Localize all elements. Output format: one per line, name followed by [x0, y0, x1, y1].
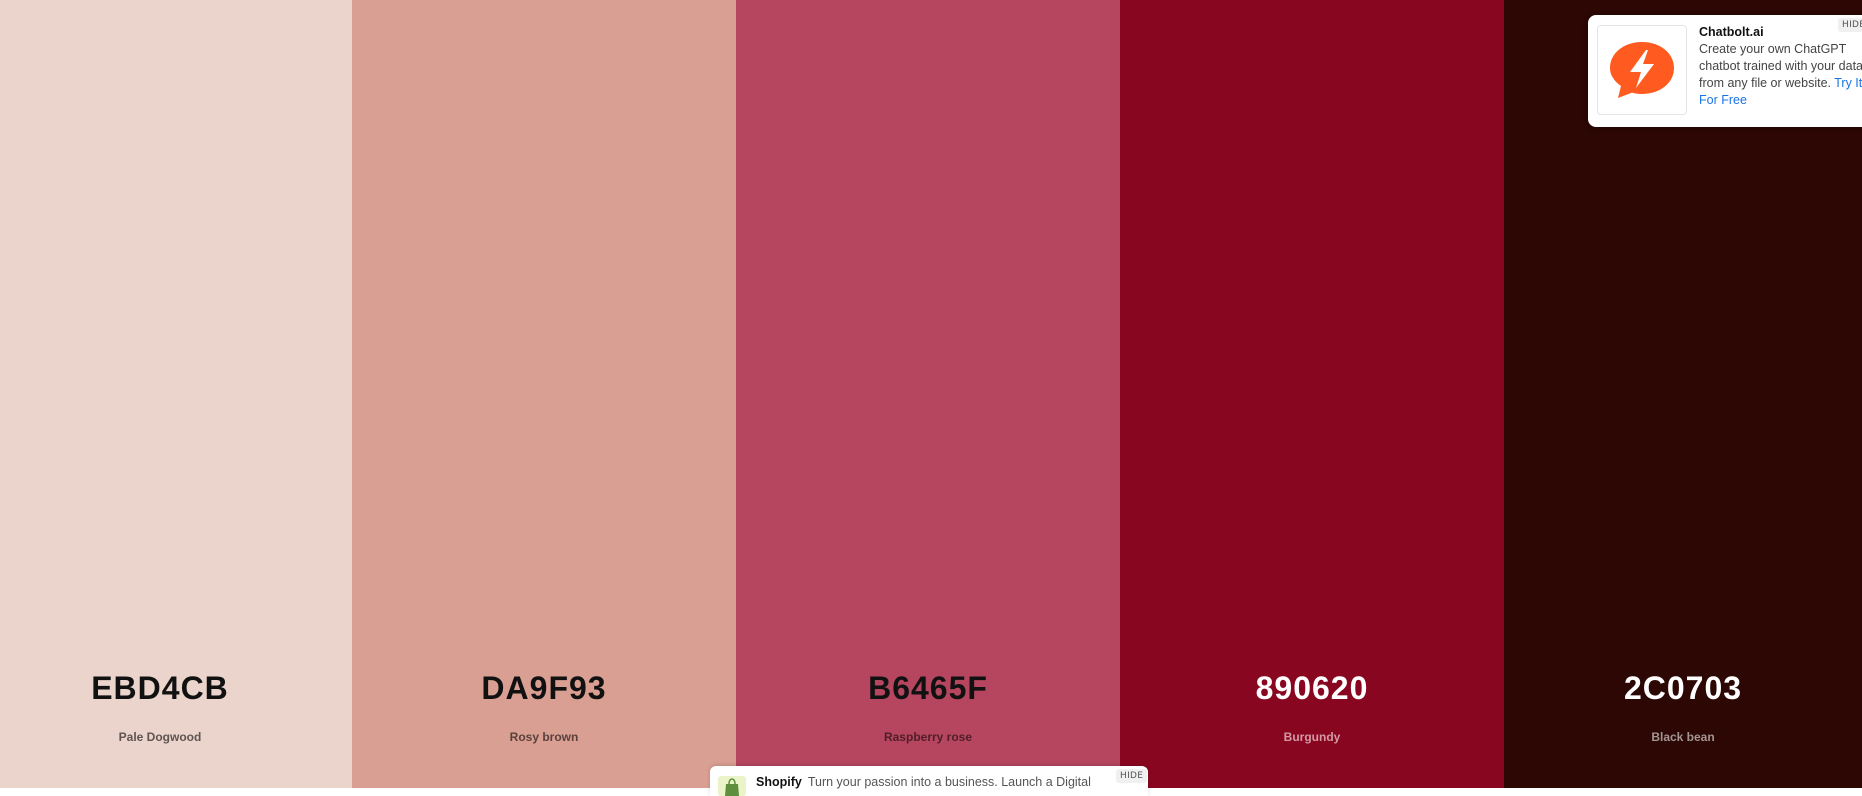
color-name: Pale Dogwood — [118, 730, 202, 744]
shopify-bag-icon — [725, 778, 739, 796]
ad-text: Chatbolt.ai Create your own ChatGPT chat… — [1699, 24, 1862, 109]
hex-code[interactable]: 890620 — [1120, 670, 1504, 707]
color-palette: EBD4CB Pale Dogwood DA9F93 Rosy brown B6… — [0, 0, 1862, 788]
ad-logo[interactable] — [718, 776, 746, 796]
color-swatch-burgundy[interactable]: 890620 Burgundy — [1120, 0, 1504, 788]
color-name: Black bean — [1651, 730, 1715, 744]
ad-hide-button[interactable]: HIDE — [1838, 18, 1862, 32]
color-name: Rosy brown — [509, 730, 579, 744]
hex-code[interactable]: B6465F — [736, 670, 1120, 707]
hex-code[interactable]: DA9F93 — [352, 670, 736, 707]
bottom-ad-text: Shopify Turn your passion into a business… — [756, 775, 1091, 789]
color-name: Raspberry rose — [883, 730, 973, 744]
bottom-ad-brand[interactable]: Shopify — [756, 775, 802, 789]
bottom-ad-body: Turn your passion into a business. Launc… — [807, 775, 1091, 789]
lightning-chat-icon — [1610, 42, 1674, 98]
color-swatch-pale-dogwood[interactable]: EBD4CB Pale Dogwood — [0, 0, 352, 788]
hex-code[interactable]: 2C0703 — [1504, 670, 1862, 707]
hex-code[interactable]: EBD4CB — [0, 670, 352, 707]
bottom-ad-hide-button[interactable]: HIDE — [1116, 769, 1148, 783]
chatbolt-ad-card[interactable]: Chatbolt.ai Create your own ChatGPT chat… — [1588, 15, 1862, 127]
ad-logo[interactable] — [1597, 25, 1687, 115]
color-swatch-raspberry-rose[interactable]: B6465F Raspberry rose — [736, 0, 1120, 788]
color-name: Burgundy — [1283, 730, 1341, 744]
color-swatch-rosy-brown[interactable]: DA9F93 Rosy brown — [352, 0, 736, 788]
shopify-bottom-ad[interactable]: Shopify Turn your passion into a business… — [710, 766, 1148, 796]
